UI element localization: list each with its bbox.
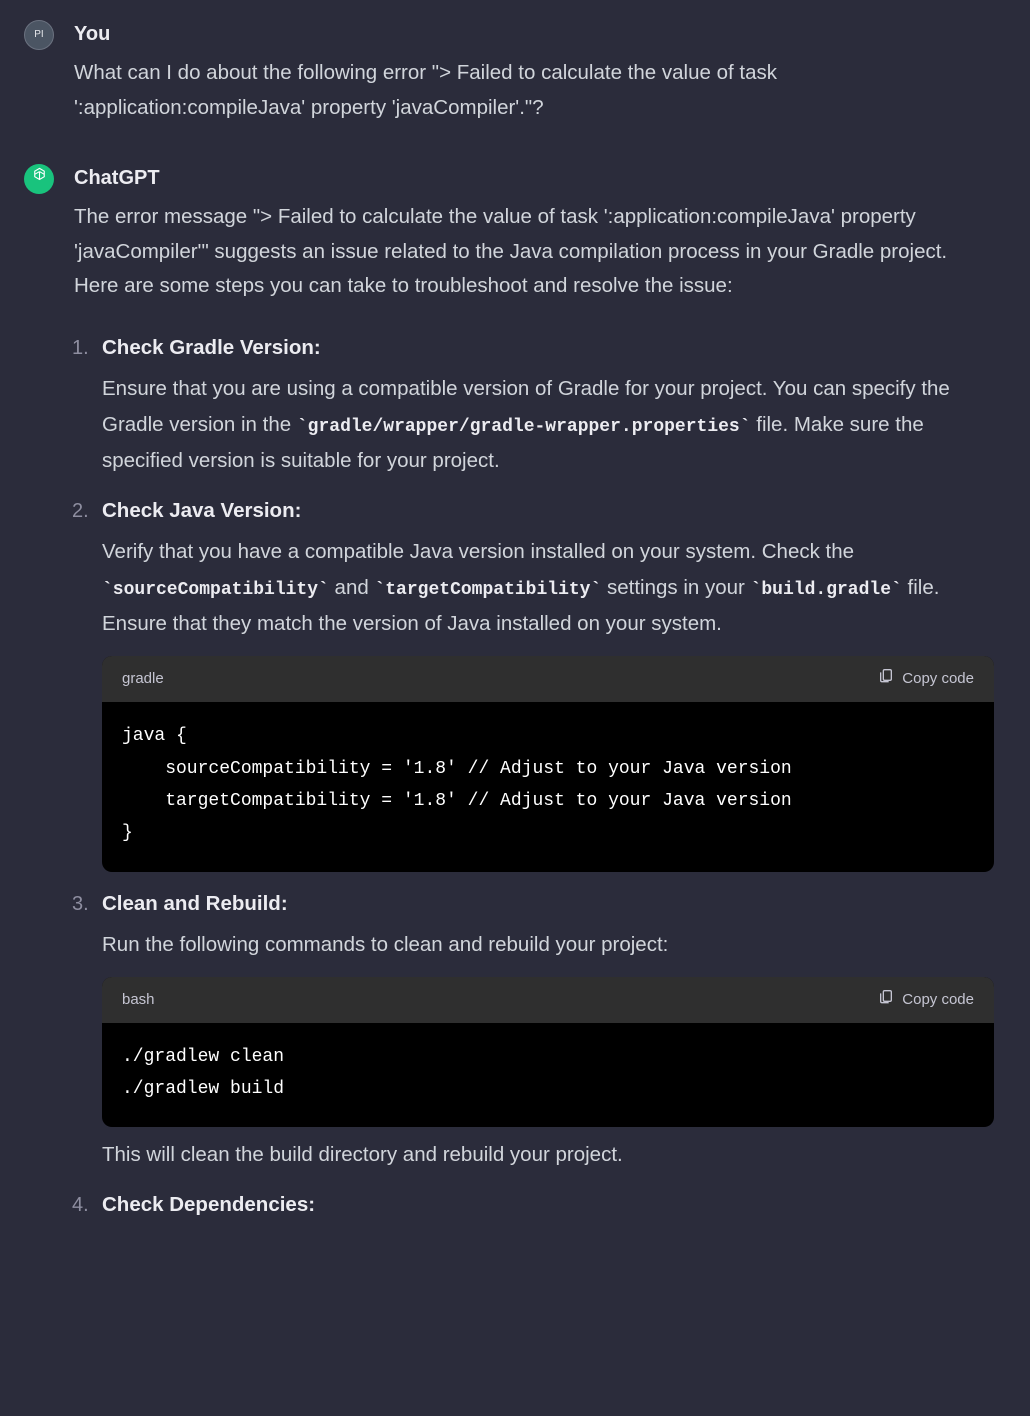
code-lang-label: gradle bbox=[122, 667, 164, 691]
step-title: Check Dependencies: bbox=[102, 1193, 315, 1216]
clipboard-icon bbox=[878, 987, 894, 1013]
step-item-3: Clean and Rebuild: Run the following com… bbox=[74, 888, 994, 1173]
assistant-message-body: ChatGPT The error message "> Failed to c… bbox=[74, 162, 994, 1238]
code-content[interactable]: ./gradlew clean ./gradlew build bbox=[102, 1023, 994, 1128]
step-title: Check Gradle Version: bbox=[102, 336, 321, 359]
assistant-message: ChatGPT The error message "> Failed to c… bbox=[24, 162, 1006, 1238]
inline-code: `sourceCompatibility` bbox=[102, 580, 329, 600]
clipboard-icon bbox=[878, 666, 894, 692]
code-block-bash: bash Copy code ./gradlew clean ./grad bbox=[102, 977, 994, 1128]
step-item-1: Check Gradle Version: Ensure that you ar… bbox=[74, 332, 994, 479]
code-header: bash Copy code bbox=[102, 977, 994, 1023]
copy-code-label: Copy code bbox=[902, 667, 974, 691]
copy-code-button[interactable]: Copy code bbox=[878, 666, 974, 692]
assistant-intro-text: The error message "> Failed to calculate… bbox=[74, 200, 994, 305]
step-desc: Ensure that you are using a compatible v… bbox=[102, 371, 994, 479]
step-title: Clean and Rebuild: bbox=[102, 892, 288, 915]
step-desc-after: This will clean the build directory and … bbox=[102, 1137, 994, 1173]
inline-code: `build.gradle` bbox=[751, 580, 902, 600]
inline-code: `gradle/wrapper/gradle-wrapper.propertie… bbox=[297, 417, 751, 437]
user-avatar: PI bbox=[24, 20, 54, 50]
step-item-2: Check Java Version: Verify that you have… bbox=[74, 495, 994, 872]
user-sender-label: You bbox=[74, 18, 994, 50]
openai-logo-icon bbox=[30, 166, 49, 191]
code-block-gradle: gradle Copy code java { sourceCom bbox=[102, 656, 994, 872]
user-message-text: What can I do about the following error … bbox=[74, 56, 994, 126]
assistant-sender-label: ChatGPT bbox=[74, 162, 994, 194]
avatar-initials: PI bbox=[34, 27, 43, 43]
steps-list: Check Gradle Version: Ensure that you ar… bbox=[74, 332, 994, 1222]
code-content[interactable]: java { sourceCompatibility = '1.8' // Ad… bbox=[102, 702, 994, 872]
assistant-avatar bbox=[24, 164, 54, 194]
code-header: gradle Copy code bbox=[102, 656, 994, 702]
user-message-body: You What can I do about the following er… bbox=[74, 18, 994, 126]
code-lang-label: bash bbox=[122, 988, 155, 1012]
user-message: PI You What can I do about the following… bbox=[24, 18, 1006, 126]
step-title: Check Java Version: bbox=[102, 499, 301, 522]
step-desc: Run the following commands to clean and … bbox=[102, 927, 994, 963]
copy-code-label: Copy code bbox=[902, 988, 974, 1012]
step-item-4: Check Dependencies: bbox=[74, 1189, 994, 1222]
step-desc: Verify that you have a compatible Java v… bbox=[102, 534, 994, 642]
inline-code: `targetCompatibility` bbox=[374, 580, 601, 600]
copy-code-button[interactable]: Copy code bbox=[878, 987, 974, 1013]
